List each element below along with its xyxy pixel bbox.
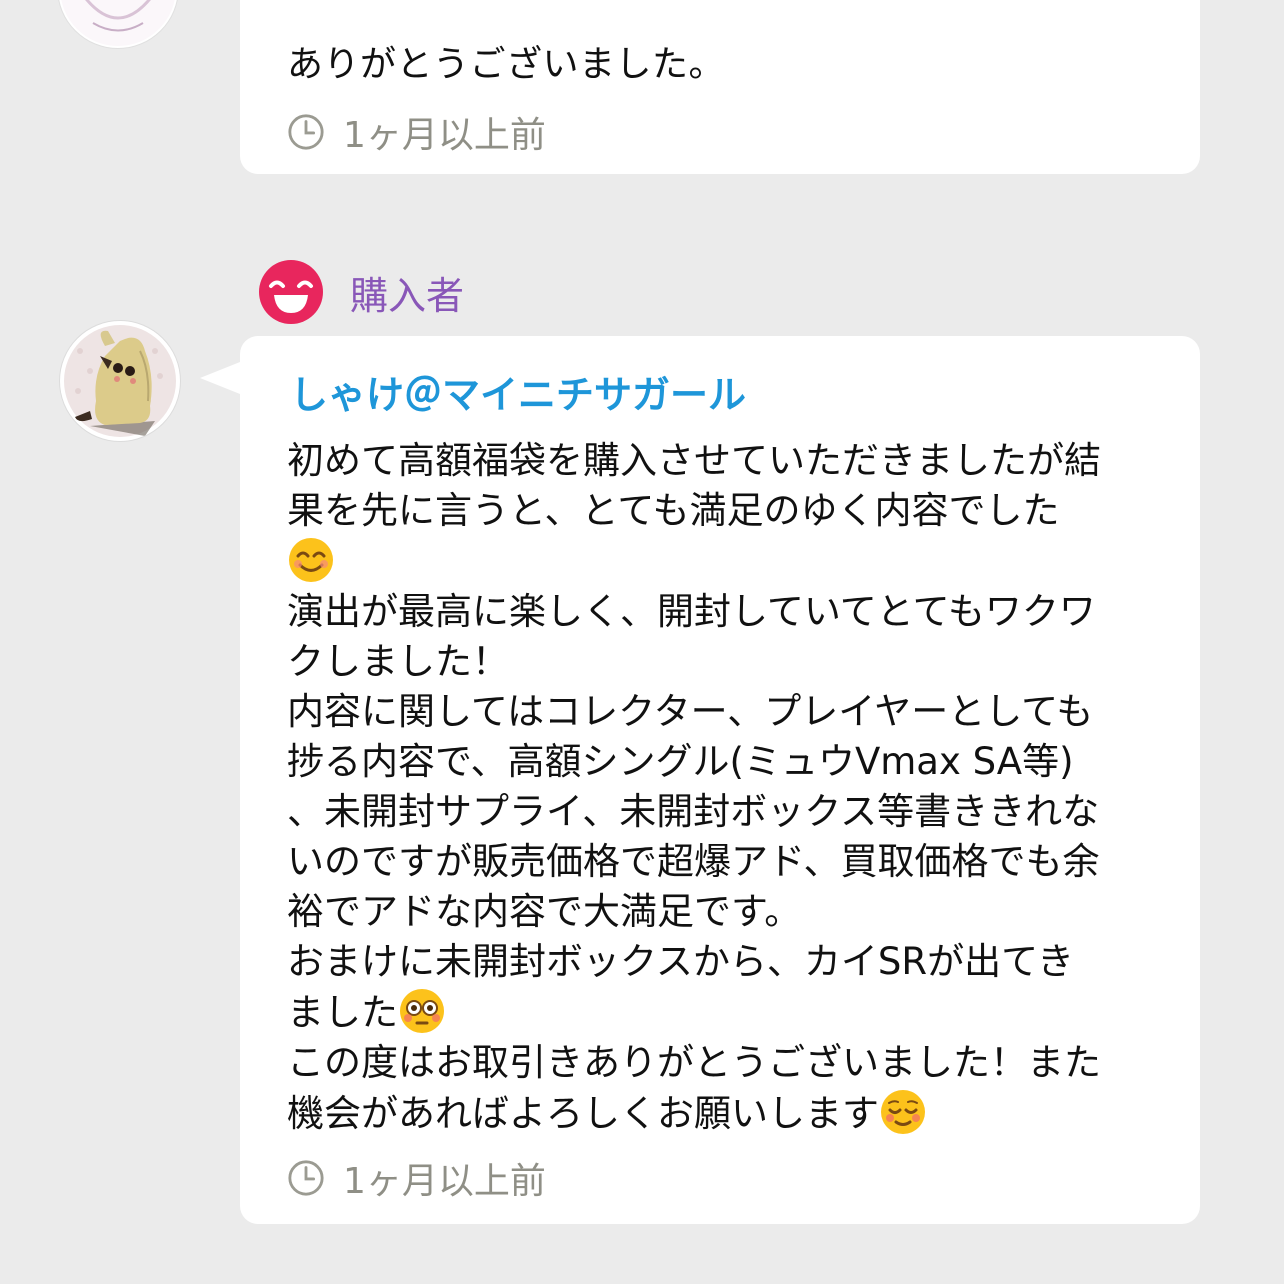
- flushed-face-emoji: [400, 989, 444, 1033]
- sender-name-link[interactable]: しゃけ＠マイニチサガール: [290, 364, 746, 419]
- timestamp-label: 1ヶ月以上前: [343, 1161, 546, 1202]
- review-message-body: 初めて高額福袋を購入させていただきましたが結 果を先に言うと、とても満足のゆく内…: [287, 436, 1167, 1139]
- message-line: ました: [287, 991, 398, 1034]
- message-line-with-emoji: 機会があればよろしくお願いします: [287, 1088, 1167, 1139]
- bubble-tail: [200, 362, 240, 394]
- previous-user-avatar[interactable]: [58, 0, 178, 48]
- message-line: いのですが販売価格で超爆アド、買取価格でも余: [287, 840, 1100, 883]
- message-line-emoji: [287, 536, 1167, 587]
- message-line: 裕でアドな内容で大満足です。: [287, 890, 802, 933]
- message-line: 機会があればよろしくお願いします: [287, 1092, 879, 1135]
- message-line: 果を先に言うと、とても満足のゆく内容でした: [287, 489, 1060, 532]
- smiling-face-emoji: [289, 538, 333, 582]
- sender-role-row: 購入者: [258, 259, 464, 325]
- previous-message-timestamp: 1ヶ月以上前: [287, 106, 546, 158]
- review-timestamp: 1ヶ月以上前: [287, 1152, 546, 1204]
- message-line: 内容に関してはコレクター、プレイヤーとしても: [287, 690, 1094, 733]
- message-line: クしました！: [287, 640, 509, 683]
- message-line: おまけに未開封ボックスから、カイSRが出てき: [287, 940, 1074, 983]
- clock-icon: [288, 1160, 324, 1196]
- message-line: この度はお取引きありがとうございました！また: [287, 1041, 1101, 1084]
- timestamp-label: 1ヶ月以上前: [343, 115, 546, 156]
- message-line: 、未開封サプライ、未開封ボックス等書ききれな: [287, 790, 1100, 833]
- message-line: 演出が最高に楽しく、開封していてとてもワクワ: [287, 590, 1096, 633]
- happy-face-icon: [259, 260, 323, 324]
- message-line: 初めて高額福袋を購入させていただきましたが結: [287, 439, 1101, 482]
- review-message-bubble: しゃけ＠マイニチサガール 初めて高額福袋を購入させていただきましたが結 果を先に…: [200, 336, 1200, 1224]
- role-label: 購入者: [350, 273, 465, 318]
- clock-icon: [288, 114, 324, 150]
- previous-message-bubble: ありがとうございました。 1ヶ月以上前: [240, 0, 1200, 174]
- relaxed-face-emoji: [881, 1090, 925, 1134]
- message-line-with-emoji: ました: [287, 987, 1167, 1038]
- message-line: 捗る内容で、高額シングル(ミュウVmax SA等): [287, 740, 1074, 783]
- sender-avatar[interactable]: [60, 321, 180, 441]
- previous-message-text: ありがとうございました。: [287, 44, 726, 85]
